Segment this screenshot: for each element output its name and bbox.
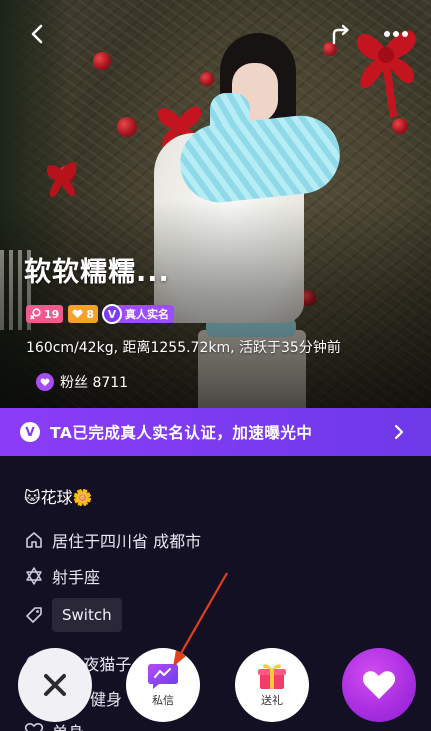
private-message-button[interactable]: 私信 (126, 648, 200, 722)
profile-badges: 19 8 V 真人实名 (26, 304, 174, 324)
ornament (117, 117, 137, 137)
profile-name: 软软糯糯... (24, 257, 170, 288)
more-options-button[interactable] (378, 18, 414, 50)
tag-icon (26, 607, 42, 623)
ornament (392, 118, 408, 134)
fans-count[interactable]: 粉丝 8711 (36, 372, 128, 392)
share-button[interactable] (325, 18, 357, 50)
location-row: 居住于四川省 成都市 (24, 528, 201, 552)
chevron-right-icon (394, 424, 404, 440)
message-label: 私信 (152, 694, 174, 707)
verified-badge: V 真人实名 (101, 304, 174, 324)
profile-stats: 160cm/42kg, 距离1255.72km, 活跃于35分钟前 (26, 340, 341, 356)
verification-banner[interactable]: V TA已完成真人实名认证，加速曝光中 (0, 408, 431, 456)
heart-badge-icon (36, 373, 54, 391)
v-verified-icon: V (20, 422, 40, 442)
like-button[interactable] (342, 648, 416, 722)
close-icon (44, 674, 66, 696)
nickname-tag: 🐱花球🌼 (24, 488, 93, 507)
share-arrow-icon (332, 24, 349, 45)
verification-text: TA已完成真人实名认证，加速曝光中 (50, 424, 313, 442)
age-badge: 19 (26, 305, 64, 323)
chevron-left-icon (31, 24, 43, 44)
interest-chip[interactable]: Switch (52, 598, 122, 632)
heart-icon (72, 309, 83, 318)
fitness-row: 健身 (90, 690, 123, 709)
gift-icon (258, 664, 286, 689)
heart-icon (362, 671, 396, 699)
level-badge: 8 (68, 305, 98, 323)
ornament (93, 52, 111, 70)
heart-outline-icon (24, 722, 44, 731)
star-of-david-icon (26, 567, 42, 585)
chat-bubble-icon (148, 664, 178, 689)
more-dots-icon (384, 31, 408, 37)
interest-row: Switch (24, 598, 122, 632)
home-icon (26, 532, 42, 548)
back-button[interactable] (22, 18, 54, 50)
female-symbol-icon (30, 308, 41, 320)
skip-button[interactable] (18, 648, 92, 722)
send-gift-button[interactable]: 送礼 (235, 648, 309, 722)
v-verified-icon: V (101, 304, 122, 324)
zodiac-row: 射手座 (24, 564, 100, 588)
gift-label: 送礼 (261, 694, 283, 707)
